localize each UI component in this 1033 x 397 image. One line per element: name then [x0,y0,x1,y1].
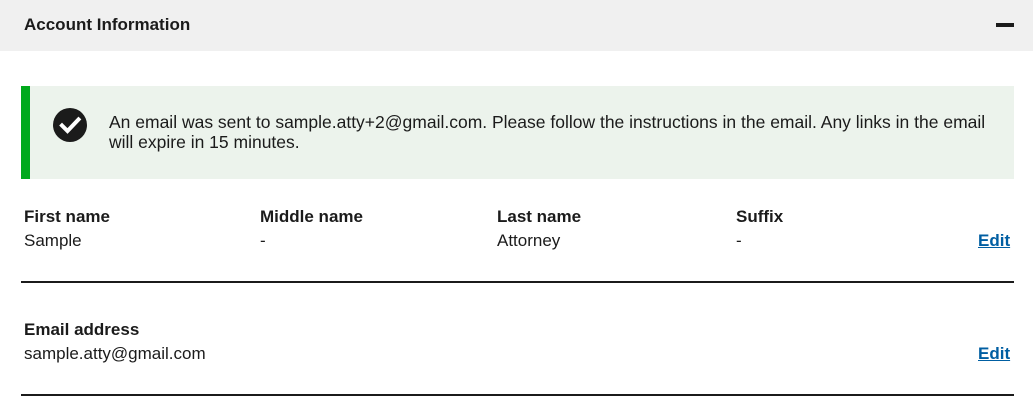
first-name-label: First name [24,207,110,226]
middle-name-label: Middle name [260,207,363,226]
success-alert: An email was sent to sample.atty+2@gmail… [21,86,1014,179]
last-name-label: Last name [497,207,582,226]
email-address-value: sample.atty@gmail.com [24,344,206,363]
first-name-field: First name Sample [24,207,110,251]
check-circle-icon [53,108,87,142]
edit-name-link[interactable]: Edit [978,231,1010,251]
middle-name-value: - [260,231,266,250]
divider [21,281,1014,283]
minus-icon [996,23,1014,27]
last-name-value: Attorney [497,231,561,250]
account-information-header[interactable]: Account Information [0,0,1033,51]
suffix-value: - [736,231,742,250]
last-name-field: Last name Attorney [497,207,581,251]
collapse-button[interactable] [992,14,1018,36]
email-address-label: Email address [24,320,140,339]
first-name-value: Sample [24,231,82,250]
suffix-label: Suffix [736,207,784,226]
section-title: Account Information [24,15,191,34]
alert-message: An email was sent to sample.atty+2@gmail… [109,112,986,152]
middle-name-field: Middle name - [260,207,363,251]
divider [21,394,1014,396]
suffix-field: Suffix - [736,207,783,251]
email-address-field: Email address sample.atty@gmail.com [24,320,206,364]
edit-email-link[interactable]: Edit [978,344,1010,364]
